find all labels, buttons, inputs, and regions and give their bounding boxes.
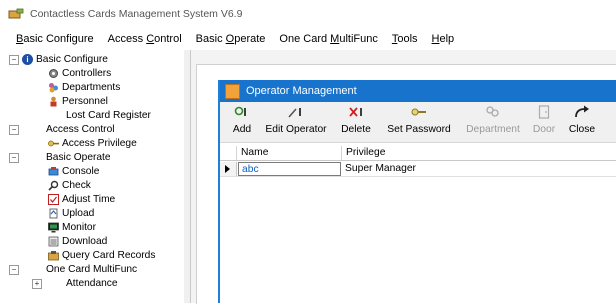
close-button[interactable]: Close (565, 105, 599, 139)
tree-item-console[interactable]: Console (48, 164, 99, 178)
edit-operator-label: Edit Operator (265, 124, 327, 135)
menu-one-card-multifunc[interactable]: One Card MultiFunc (279, 33, 377, 45)
door-button[interactable]: Door (531, 104, 557, 139)
collapse-basic-operate-toggle[interactable]: − (9, 153, 19, 163)
tree-label: Adjust Time (62, 193, 116, 205)
key-icon (48, 138, 59, 149)
tree-label: Departments (62, 81, 121, 93)
current-row-arrow-icon (225, 165, 230, 173)
tree-item-access-privilege[interactable]: Access Privilege (48, 136, 137, 150)
tree-item-basic-operate[interactable]: Basic Operate (46, 150, 111, 164)
tree-label: Download (62, 235, 108, 247)
column-header-name[interactable]: Name (237, 146, 342, 160)
tree-label: Basic Operate (46, 151, 111, 163)
window-icon (225, 83, 240, 99)
menu-access-control[interactable]: Access Control (108, 33, 182, 45)
tree-label: Access Privilege (62, 137, 137, 149)
navigation-tree: − i Basic Configure Controllers Departme… (0, 50, 185, 303)
operator-toolbar: Add Edit Operator Delete Set Password De… (220, 102, 616, 143)
delete-label: Delete (341, 124, 371, 135)
monitor-icon (48, 222, 59, 233)
column-header-privilege[interactable]: Privilege (342, 146, 616, 160)
tree-label: One Card MultiFunc (46, 263, 138, 275)
department-button[interactable]: Department (462, 105, 524, 139)
card-reader-app-icon (8, 8, 24, 20)
edit-operator-button[interactable]: Edit Operator (261, 105, 331, 139)
menu-basic-operate[interactable]: Basic Operate (196, 33, 266, 45)
door-icon (538, 104, 550, 122)
menu-tools[interactable]: Tools (392, 33, 418, 45)
departments-icon (48, 82, 59, 93)
tree-item-query-card-records[interactable]: Query Card Records (48, 248, 155, 262)
add-button[interactable]: Add (230, 105, 254, 139)
tree-label: Monitor (62, 221, 96, 233)
add-icon (234, 105, 250, 122)
tree-item-upload[interactable]: Upload (48, 206, 94, 220)
tree-item-download[interactable]: Download (48, 234, 107, 248)
records-icon (48, 250, 59, 261)
app-title-bar: Contactless Cards Management System V6.9 (0, 0, 616, 28)
tree-item-check[interactable]: Check (48, 178, 91, 192)
window-title: Operator Management (246, 85, 357, 97)
door-label: Door (532, 124, 556, 135)
tree-item-adjust-time[interactable]: Adjust Time (48, 192, 115, 206)
tree-item-monitor[interactable]: Monitor (48, 220, 96, 234)
tree-label: Controllers (62, 67, 112, 79)
tree-label: Basic Configure (36, 53, 108, 65)
expand-attendance-toggle[interactable]: + (32, 279, 42, 289)
tree-label: Attendance (66, 277, 118, 289)
key-icon (410, 105, 428, 122)
cell-privilege[interactable]: Super Manager (342, 162, 616, 176)
tree-item-access-control[interactable]: Access Control (46, 122, 115, 136)
set-password-label: Set Password (387, 124, 451, 135)
department-label: Department (466, 124, 520, 135)
tree-item-lost-card-register[interactable]: Lost Card Register (66, 108, 151, 122)
menu-bar: Basic Configure Access Control Basic Opera… (0, 28, 616, 51)
row-selector[interactable] (220, 162, 237, 176)
close-arrow-icon (574, 105, 590, 122)
delete-x-icon (347, 105, 365, 122)
tree-item-controllers[interactable]: Controllers (48, 66, 111, 80)
tree-item-personnel[interactable]: Personnel (48, 94, 108, 108)
tree-item-departments[interactable]: Departments (48, 80, 120, 94)
grid-header: Name Privilege (220, 146, 616, 161)
set-password-button[interactable]: Set Password (383, 105, 455, 139)
magnifier-icon (48, 180, 59, 191)
delete-button[interactable]: Delete (338, 105, 374, 139)
tree-label: Check (62, 179, 91, 191)
cell-name[interactable]: abc (238, 162, 341, 176)
close-label: Close (568, 124, 596, 135)
info-icon: i (22, 53, 33, 65)
upload-icon (48, 208, 59, 219)
tree-item-basic-configure[interactable]: i Basic Configure (22, 52, 108, 66)
edit-icon (287, 105, 305, 122)
personnel-icon (48, 96, 59, 107)
collapse-one-card-multifunc-toggle[interactable]: − (9, 265, 19, 275)
table-row[interactable]: abc Super Manager (220, 162, 616, 177)
tree-label: Personnel (62, 95, 108, 107)
row-selector-header (220, 146, 237, 160)
calendar-icon (48, 193, 59, 205)
collapse-basic-configure-toggle[interactable]: − (9, 55, 19, 65)
tree-label: Lost Card Register (66, 109, 151, 121)
operator-management-title-bar[interactable]: Operator Management (220, 80, 616, 102)
collapse-access-control-toggle[interactable]: − (9, 125, 19, 135)
department-icon (485, 105, 501, 122)
add-label: Add (232, 124, 252, 135)
console-icon (48, 166, 59, 177)
operator-management-window: Operator Management Add Edit Operator De… (218, 80, 616, 303)
tree-label: Access Control (46, 123, 115, 135)
tree-item-one-card-multifunc[interactable]: One Card MultiFunc (46, 262, 137, 276)
menu-basic-configure[interactable]: Basic Configure (16, 33, 94, 45)
controllers-icon (48, 68, 59, 79)
download-icon (48, 236, 59, 247)
pane-splitter[interactable] (184, 50, 191, 303)
menu-help[interactable]: Help (432, 33, 455, 45)
app-title: Contactless Cards Management System V6.9 (30, 8, 243, 20)
tree-label: Query Card Records (62, 249, 156, 261)
tree-label: Upload (62, 207, 95, 219)
tree-label: Console (62, 165, 100, 177)
tree-item-attendance[interactable]: Attendance (66, 276, 118, 290)
